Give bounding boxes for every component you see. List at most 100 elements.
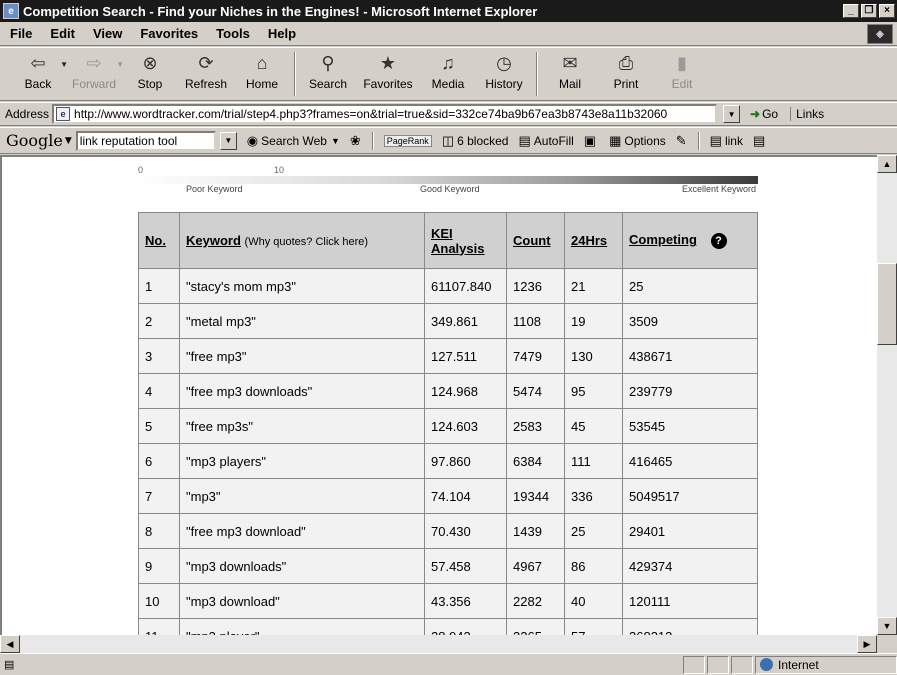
google-menu-button[interactable]: Google ▼ [6, 131, 72, 150]
status-pane [731, 655, 753, 674]
search-web-dropdown-icon: ▼ [330, 135, 340, 146]
address-bar: Address e http://www.wordtracker.com/tri… [0, 102, 897, 126]
cell-no: 4 [138, 373, 180, 409]
header-no[interactable]: No. [138, 212, 180, 269]
menu-tools[interactable]: Tools [207, 26, 259, 41]
cell-count: 2282 [506, 583, 565, 619]
scale-excellent-label: Excellent Keyword [681, 184, 756, 194]
scroll-up-icon[interactable]: ▲ [877, 155, 897, 173]
cell-no: 8 [138, 513, 180, 549]
status-pane [707, 655, 729, 674]
maximize-button[interactable]: ❐ [861, 4, 877, 18]
cell-24hrs: 57 [564, 618, 623, 635]
header-keyword-link[interactable]: Keyword [186, 233, 241, 248]
cell-24hrs: 40 [564, 583, 623, 619]
cell-keyword: "metal mp3" [179, 303, 425, 339]
cell-competing: 438671 [622, 338, 758, 374]
page-info-button[interactable]: ▤ [753, 133, 768, 149]
scroll-right-icon[interactable]: ▶ [857, 635, 877, 653]
address-dropdown-icon[interactable]: ▼ [723, 105, 741, 123]
table-row: 7 "mp3" 74.104 19344 336 5049517 [138, 478, 758, 514]
status-pane [683, 655, 705, 674]
scroll-thumb[interactable] [877, 263, 897, 345]
scale-label-400: 400+ [733, 165, 754, 175]
scroll-left-icon[interactable]: ◀ [0, 635, 20, 653]
search-web-button[interactable]: ◉ Search Web ▼ [247, 133, 340, 149]
help-icon[interactable]: ? [710, 232, 727, 249]
table-row: 2 "metal mp3" 349.861 1108 19 3509 [138, 303, 758, 339]
ie-app-icon[interactable]: e [3, 3, 19, 19]
address-input[interactable]: e http://www.wordtracker.com/trial/step4… [52, 104, 718, 124]
refresh-icon: ⟳ [198, 52, 214, 73]
why-quotes-link[interactable]: (Why quotes? Click here) [245, 236, 369, 248]
mail-button[interactable]: ✉ Mail [542, 48, 598, 100]
autofill-icon: ▤ [518, 132, 531, 148]
blogger-button[interactable]: ▣ [584, 133, 599, 149]
header-count[interactable]: Count [506, 212, 565, 269]
links-button[interactable]: Links [790, 107, 824, 121]
toolbar-separator [536, 52, 538, 96]
header-no-link[interactable]: No. [145, 233, 166, 248]
cell-no: 11 [138, 618, 180, 635]
cell-competing: 3509 [622, 303, 758, 339]
header-24hrs[interactable]: 24Hrs [564, 212, 623, 269]
google-toolbar: Google ▼ link reputation tool ▼ ◉ Search… [0, 127, 897, 154]
scale-label-0: 0 [138, 165, 144, 175]
google-query-dropdown-icon[interactable]: ▼ [219, 131, 237, 150]
header-count-link[interactable]: Count [513, 233, 551, 248]
go-button[interactable]: ➜ Go [750, 107, 778, 121]
google-dropdown-icon: ▼ [64, 135, 72, 146]
menu-favorites[interactable]: Favorites [131, 26, 207, 41]
go-arrow-icon: ➜ [750, 107, 761, 121]
options-button[interactable]: ▦ Options [609, 133, 666, 149]
back-button[interactable]: ⇦ Back ▼ [10, 48, 68, 100]
menu-view[interactable]: View [84, 26, 131, 41]
cell-keyword: "free mp3 downloads" [179, 373, 425, 409]
scroll-down-icon[interactable]: ▼ [877, 617, 897, 635]
close-button[interactable]: × [879, 4, 895, 18]
header-kei[interactable]: KEI Analysis [424, 212, 507, 269]
scale-label-100: 100 [568, 165, 584, 175]
table-row: 5 "free mp3s" 124.603 2583 45 53545 [138, 408, 758, 444]
google-search-input[interactable]: link reputation tool [75, 130, 216, 151]
link-button[interactable]: ▤ link [710, 133, 743, 149]
print-button[interactable]: ⎙ Print [598, 48, 654, 100]
cell-kei: 349.861 [424, 303, 507, 339]
cell-competing: 416465 [622, 443, 758, 479]
header-24hrs-link[interactable]: 24Hrs [571, 233, 607, 248]
cell-kei: 124.603 [424, 408, 507, 444]
header-competing-link[interactable]: Competing [629, 232, 697, 247]
popup-blocker-button[interactable]: ◫ 6 blocked [442, 133, 509, 149]
search-button[interactable]: ⚲ Search [300, 48, 356, 100]
vertical-scrollbar[interactable]: ▲ ▼ [877, 155, 897, 635]
menu-help[interactable]: Help [259, 26, 305, 41]
news-button[interactable]: ❀ [350, 133, 364, 149]
page-icon: e [56, 107, 71, 121]
history-button[interactable]: ◷ History [476, 48, 532, 100]
minimize-button[interactable]: _ [843, 4, 859, 18]
edit-button[interactable]: ▮ Edit [654, 48, 710, 100]
blogger-icon: ▣ [583, 132, 597, 148]
menu-file[interactable]: File [0, 26, 41, 41]
horizontal-scrollbar[interactable]: ◀ ▶ [0, 635, 877, 653]
cell-keyword: "mp3" [179, 478, 425, 514]
page-content: 0 10 100 400+ Poor Keyword Good Keyword … [0, 155, 877, 635]
cell-count: 7479 [506, 338, 565, 374]
kei-scale: 0 10 100 400+ Poor Keyword Good Keyword … [138, 165, 758, 197]
cell-competing: 368313 [622, 618, 758, 635]
stop-button[interactable]: ⊗ Stop [122, 48, 178, 100]
cell-kei: 124.968 [424, 373, 507, 409]
cell-keyword: "mp3 download" [179, 583, 425, 619]
forward-button[interactable]: ⇨ Forward ▼ [66, 48, 124, 100]
autofill-button[interactable]: ▤ AutoFill [518, 133, 573, 149]
pagerank-indicator[interactable]: PageRank [383, 134, 432, 147]
media-button[interactable]: ♫ Media [420, 48, 476, 100]
header-kei-link[interactable]: KEI Analysis [431, 226, 484, 256]
highlight-button[interactable]: ✎ [676, 133, 690, 149]
kei-gradient-bar [138, 176, 758, 184]
favorites-button[interactable]: ★ Favorites [356, 48, 420, 100]
cell-24hrs: 21 [564, 268, 623, 304]
home-button[interactable]: ⌂ Home [234, 48, 290, 100]
menu-edit[interactable]: Edit [41, 26, 84, 41]
refresh-button[interactable]: ⟳ Refresh [178, 48, 234, 100]
